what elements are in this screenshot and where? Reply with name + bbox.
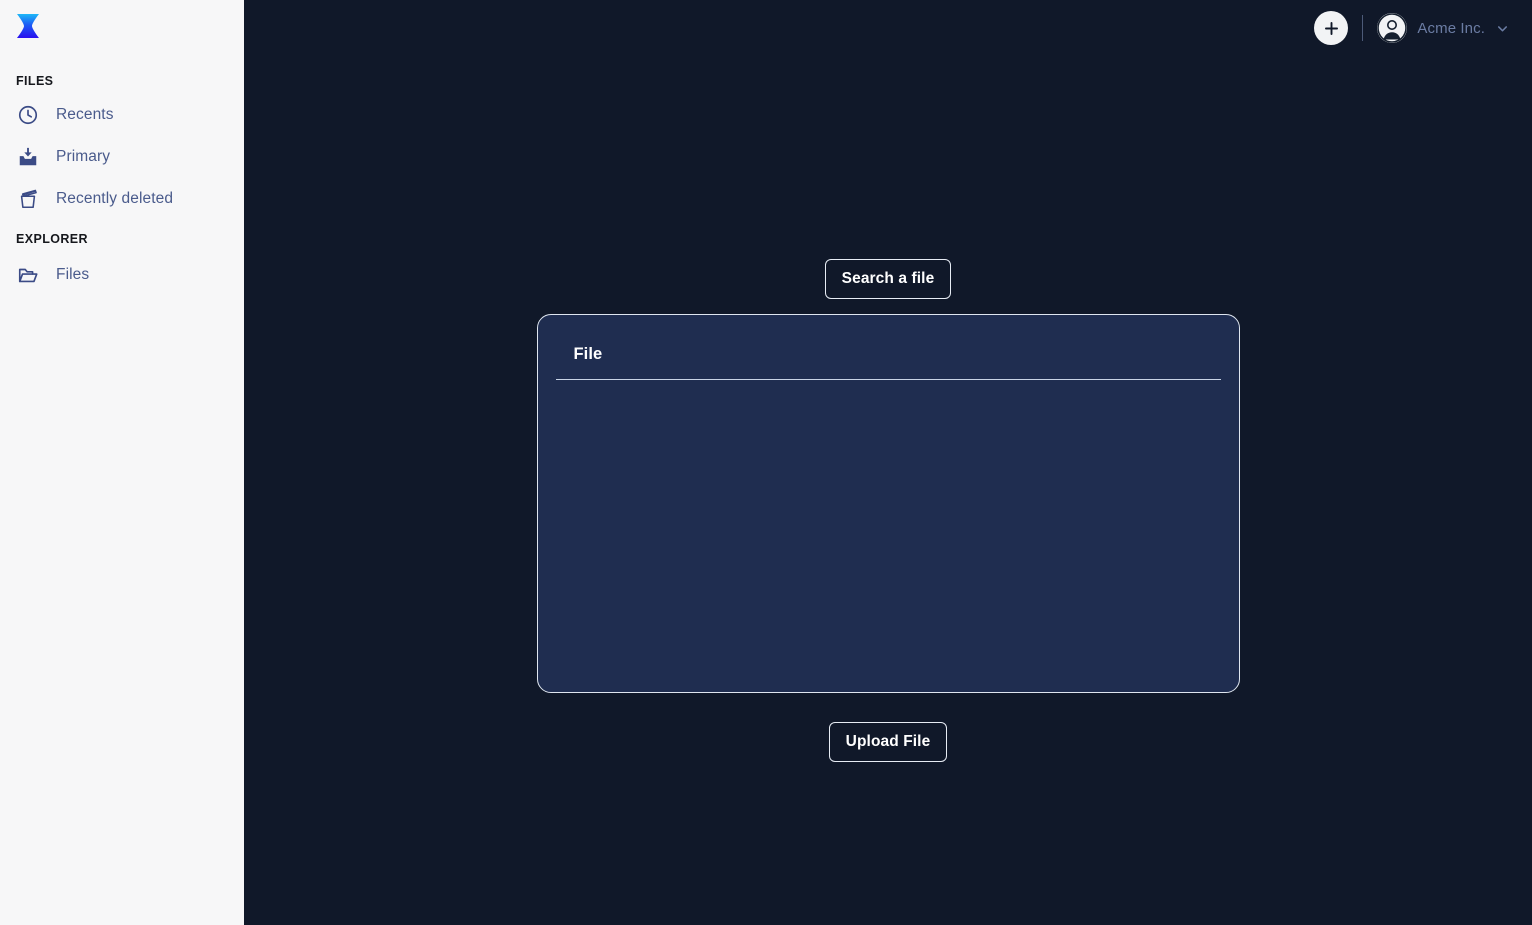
upload-file-button[interactable]: Upload File [828,722,948,762]
account-name: Acme Inc. [1417,19,1485,37]
file-card: File [536,314,1240,693]
hourglass-logo-icon [13,10,43,42]
chevron-down-icon[interactable] [1495,21,1510,36]
file-card-title: File [573,345,603,363]
sidebar: FILES Recents Primary Recently deleted E… [0,0,244,925]
main-area: Acme Inc. Search a file File Upload File [244,0,1532,925]
sidebar-item-label-primary: Primary [56,148,111,165]
user-avatar-icon [1377,13,1408,43]
sidebar-item-recents[interactable]: Recents [0,94,244,136]
app-logo[interactable] [0,0,244,52]
trash-icon [16,187,40,211]
inbox-download-icon [16,145,40,169]
sidebar-item-label-recents: Recents [56,106,114,123]
file-card-divider [555,379,1221,380]
sidebar-item-label-files: Files [56,266,90,283]
sidebar-section-title-files: FILES [16,74,54,88]
account-menu[interactable]: Acme Inc. [1377,13,1510,43]
clock-icon [16,103,40,127]
search-a-file-button[interactable]: Search a file [824,259,952,299]
sidebar-item-label-recently-deleted: Recently deleted [56,190,174,207]
sidebar-section-title-explorer: EXPLORER [16,232,88,246]
topbar-divider [1362,15,1364,41]
upload-button-wrapper: Upload File [828,722,948,762]
sidebar-item-primary[interactable]: Primary [0,136,244,178]
sidebar-item-files[interactable]: Files [0,254,244,296]
folder-icon [16,263,40,287]
topbar: Acme Inc. [244,0,1532,56]
add-button[interactable] [1314,11,1349,45]
content-area: Search a file File Upload File [244,56,1532,925]
sidebar-item-recently-deleted[interactable]: Recently deleted [0,178,244,220]
